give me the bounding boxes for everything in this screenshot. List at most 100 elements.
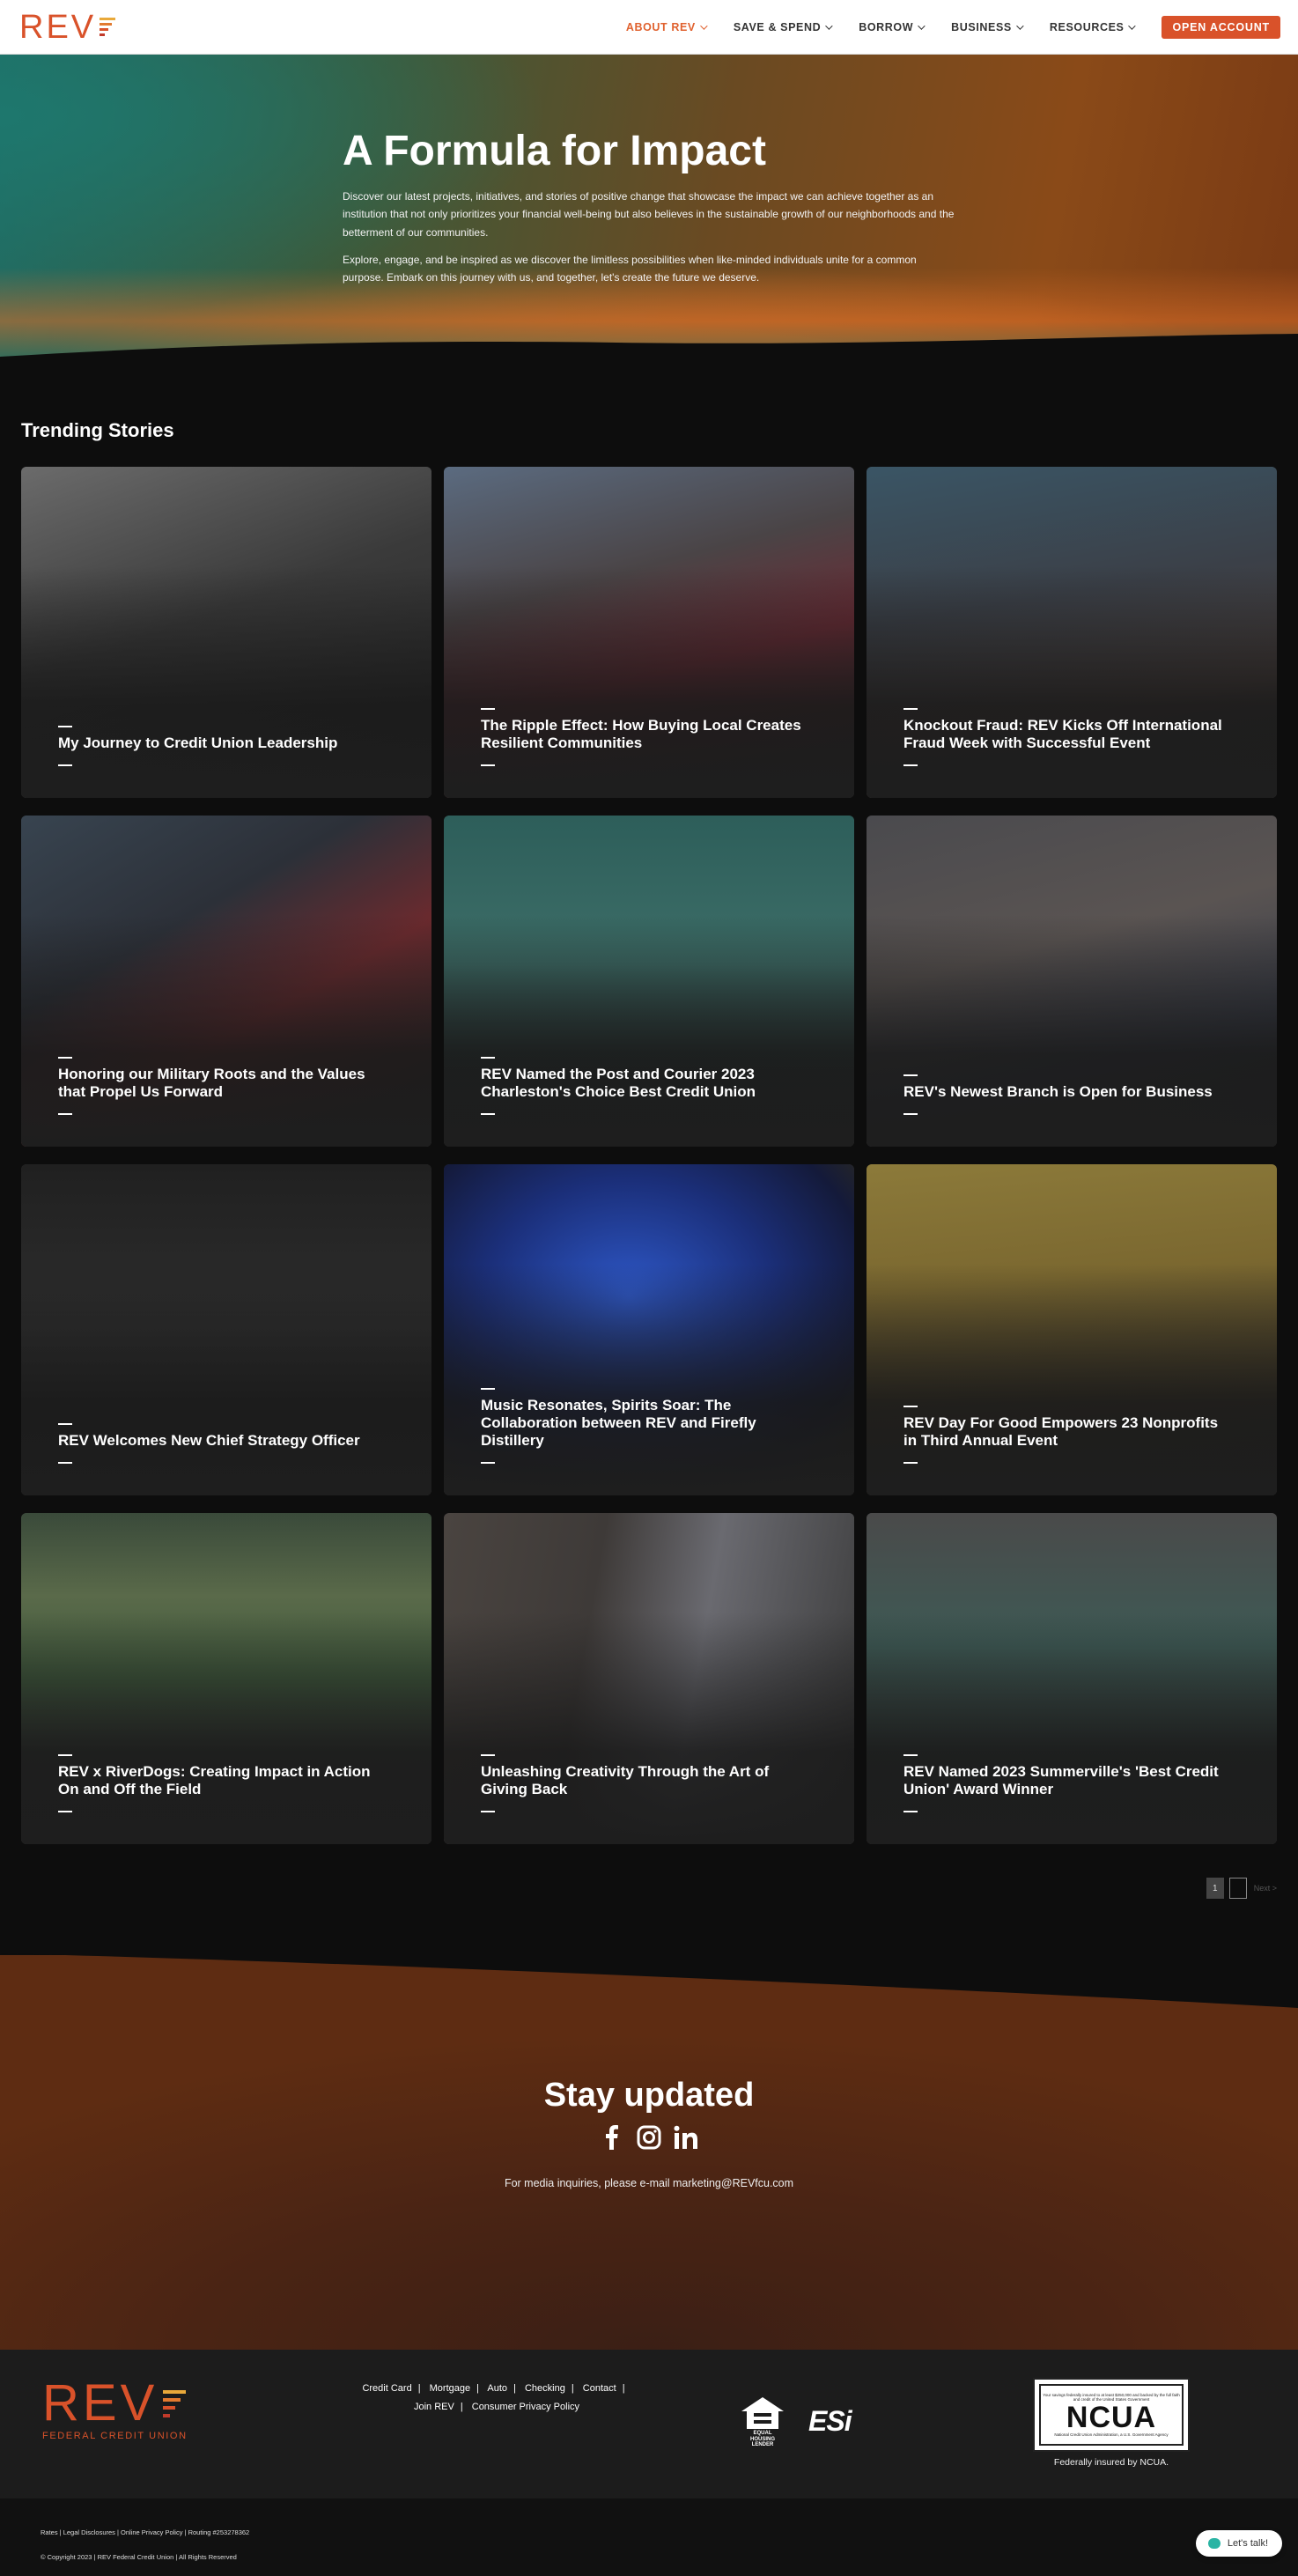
dash-divider	[481, 1113, 495, 1115]
dash-divider	[58, 1753, 72, 1756]
page-1-button[interactable]: 1	[1206, 1878, 1224, 1899]
card-body: My Journey to Credit Union Leadership	[58, 725, 379, 773]
dash-divider	[58, 764, 72, 766]
story-title[interactable]: Honoring our Military Roots and the Valu…	[58, 1066, 379, 1101]
dash-divider	[481, 1387, 495, 1390]
dash-divider	[58, 1811, 72, 1812]
dash-divider	[481, 1753, 495, 1756]
ehl-label: EQUAL HOUSING LENDER	[749, 2431, 775, 2448]
story-card[interactable]: Knockout Fraud: REV Kicks Off Internatio…	[867, 467, 1277, 798]
next-page-link[interactable]: Next >	[1254, 1884, 1277, 1893]
site-header: REV ABOUT REV SAVE & SPEND BORROW BUSINE…	[0, 0, 1298, 55]
page-title: A Formula for Impact	[343, 128, 766, 174]
nav-save-spend[interactable]: SAVE & SPEND	[719, 21, 844, 33]
story-title[interactable]: My Journey to Credit Union Leadership	[58, 734, 379, 752]
card-body: REV Welcomes New Chief Strategy Officer	[58, 1422, 379, 1471]
logo-bars-icon	[163, 2389, 187, 2417]
story-card[interactable]: The Ripple Effect: How Buying Local Crea…	[444, 467, 854, 798]
dash-divider	[58, 1462, 72, 1464]
rev-logo[interactable]: REV	[19, 8, 116, 46]
story-title[interactable]: The Ripple Effect: How Buying Local Crea…	[481, 717, 801, 752]
card-body: Unleashing Creativity Through the Art of…	[481, 1753, 801, 1819]
ncua-badge[interactable]: Your savings federally insured to at lea…	[1033, 2378, 1190, 2468]
story-card[interactable]: Music Resonates, Spirits Soar: The Colla…	[444, 1164, 854, 1495]
social-links	[0, 2124, 1298, 2151]
dash-divider	[903, 1811, 918, 1812]
hero-content: A Formula for Impact Discover our latest…	[343, 128, 959, 296]
footer-badges: EQUAL HOUSING LENDER ESi	[740, 2395, 852, 2448]
footer-link-mortgage[interactable]: Mortgage	[430, 2383, 470, 2394]
dash-divider	[58, 1113, 72, 1115]
hero-paragraph-1: Discover our latest projects, initiative…	[343, 189, 955, 240]
footer-link-auto[interactable]: Auto	[487, 2383, 507, 2394]
instagram-icon[interactable]	[637, 2124, 661, 2151]
hero-banner: A Formula for Impact Discover our latest…	[0, 55, 1298, 365]
dash-divider	[903, 764, 918, 766]
section-title: Trending Stories	[21, 419, 174, 441]
card-body: Honoring our Military Roots and the Valu…	[58, 1056, 379, 1122]
nav-about-rev[interactable]: ABOUT REV	[612, 21, 719, 33]
story-card[interactable]: REV Welcomes New Chief Strategy Officer	[21, 1164, 431, 1495]
hero-paragraph-2: Explore, engage, and be inspired as we d…	[343, 253, 917, 284]
trending-stories-section: Trending Stories My Journey to Credit Un…	[0, 365, 1298, 1844]
dash-divider	[903, 1462, 918, 1464]
nav-resources[interactable]: RESOURCES	[1036, 21, 1148, 33]
equal-housing-lender-icon: EQUAL HOUSING LENDER	[740, 2395, 785, 2448]
dash-divider	[481, 1462, 495, 1464]
card-body: REV Day For Good Empowers 23 Nonprofits …	[903, 1405, 1224, 1471]
story-title[interactable]: Music Resonates, Spirits Soar: The Colla…	[481, 1397, 801, 1450]
footer-bottom-bar: Rates | Legal Disclosures | Online Priva…	[0, 2498, 1298, 2576]
ncua-bottom-text: National Credit Union Administration, a …	[1054, 2432, 1169, 2437]
card-body: REV Named the Post and Courier 2023 Char…	[481, 1056, 801, 1122]
story-card[interactable]: REV Named the Post and Courier 2023 Char…	[444, 816, 854, 1147]
footer-link-credit-card[interactable]: Credit Card	[362, 2383, 411, 2394]
footer-link-checking[interactable]: Checking	[525, 2383, 565, 2394]
open-account-button[interactable]: OPEN ACCOUNT	[1162, 15, 1280, 39]
dash-divider	[481, 764, 495, 766]
card-body: Knockout Fraud: REV Kicks Off Internatio…	[903, 707, 1224, 773]
chevron-down-icon	[1016, 21, 1024, 30]
story-card[interactable]: Honoring our Military Roots and the Valu…	[21, 816, 431, 1147]
dash-divider	[903, 1753, 918, 1756]
esi-logo: ESi	[808, 2405, 852, 2438]
dash-divider	[58, 1056, 72, 1059]
story-card[interactable]: My Journey to Credit Union Leadership	[21, 467, 431, 798]
story-title[interactable]: Knockout Fraud: REV Kicks Off Internatio…	[903, 717, 1224, 752]
story-title[interactable]: REV's Newest Branch is Open for Business	[903, 1083, 1224, 1101]
card-body: REV x RiverDogs: Creating Impact in Acti…	[58, 1753, 379, 1819]
nav-business[interactable]: BUSINESS	[937, 21, 1036, 33]
linkedin-icon[interactable]	[674, 2124, 698, 2151]
nav-borrow[interactable]: BORROW	[844, 21, 937, 33]
story-card[interactable]: REV's Newest Branch is Open for Business	[867, 816, 1277, 1147]
footer-logo-text: REV	[42, 2374, 159, 2432]
story-title[interactable]: REV x RiverDogs: Creating Impact in Acti…	[58, 1763, 379, 1798]
nav-label: RESOURCES	[1049, 20, 1125, 33]
footer-link-join-rev[interactable]: Join REV	[414, 2402, 454, 2412]
story-title[interactable]: REV Named 2023 Summerville's 'Best Credi…	[903, 1763, 1224, 1798]
footer-link-contact[interactable]: Contact	[583, 2383, 616, 2394]
chat-label: Let's talk!	[1227, 2538, 1268, 2549]
logo-text: REV	[19, 8, 97, 46]
story-card[interactable]: REV x RiverDogs: Creating Impact in Acti…	[21, 1513, 431, 1844]
nav-label: ABOUT REV	[625, 20, 696, 33]
story-card[interactable]: Unleashing Creativity Through the Art of…	[444, 1513, 854, 1844]
footer-logo-subtitle: FEDERAL CREDIT UNION	[42, 2431, 188, 2441]
nav-label: SAVE & SPEND	[733, 20, 822, 33]
chat-widget-button[interactable]: Let's talk!	[1195, 2530, 1282, 2557]
story-title[interactable]: REV Named the Post and Courier 2023 Char…	[481, 1066, 801, 1101]
story-card[interactable]: REV Day For Good Empowers 23 Nonprofits …	[867, 1164, 1277, 1495]
copyright-text: © Copyright 2023 | REV Federal Credit Un…	[41, 2553, 237, 2561]
dash-divider	[58, 1422, 72, 1425]
dash-divider	[903, 1405, 918, 1407]
footer-logo[interactable]: REV FEDERAL CREDIT UNION	[42, 2378, 188, 2441]
page-2-button[interactable]	[1228, 1878, 1247, 1899]
facebook-icon[interactable]	[600, 2124, 624, 2151]
story-card[interactable]: REV Named 2023 Summerville's 'Best Credi…	[867, 1513, 1277, 1844]
footer-link-privacy[interactable]: Consumer Privacy Policy	[472, 2402, 579, 2412]
story-title[interactable]: Unleashing Creativity Through the Art of…	[481, 1763, 801, 1798]
story-title[interactable]: REV Day For Good Empowers 23 Nonprofits …	[903, 1414, 1224, 1450]
stay-updated-section: Stay updated For media inquiries, please…	[0, 1953, 1298, 2350]
legal-links[interactable]: Rates | Legal Disclosures | Online Priva…	[41, 2528, 249, 2536]
story-title[interactable]: REV Welcomes New Chief Strategy Officer	[58, 1432, 379, 1450]
card-body: The Ripple Effect: How Buying Local Crea…	[481, 707, 801, 773]
